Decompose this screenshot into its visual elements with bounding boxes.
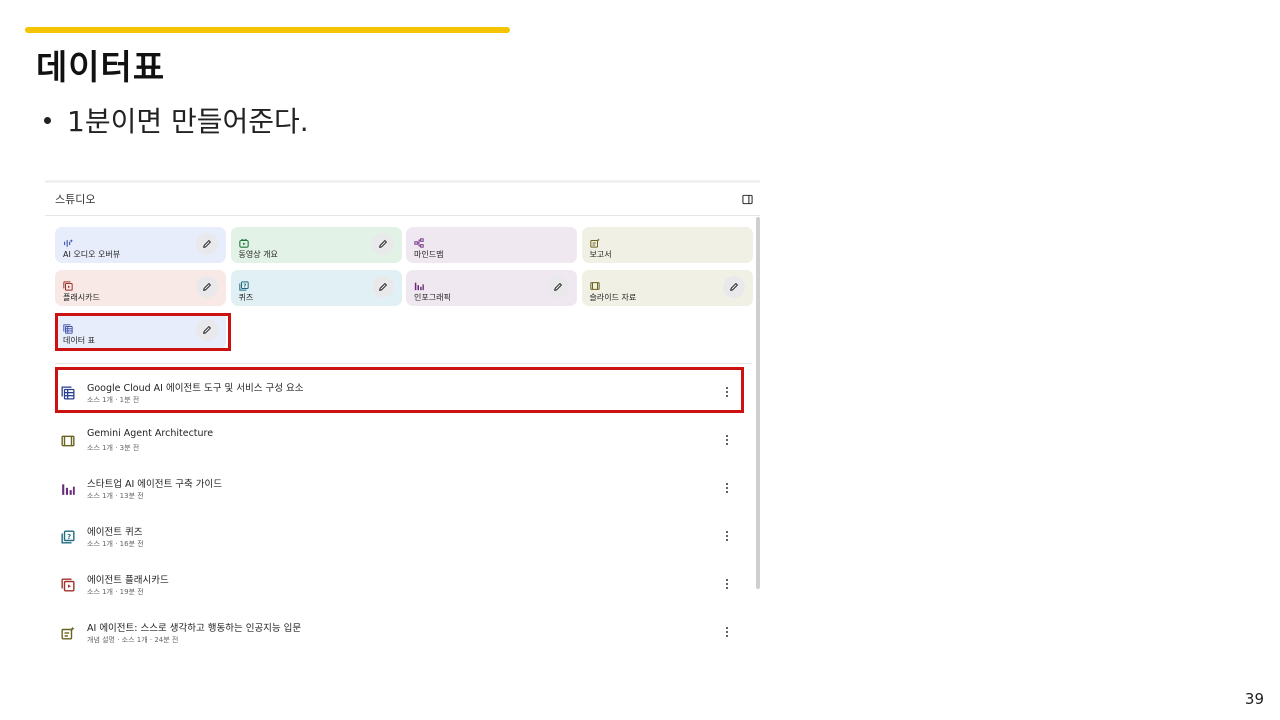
flashcard-icon <box>61 577 75 592</box>
video-icon <box>238 233 249 248</box>
page-number: 39 <box>1244 690 1264 708</box>
bullet-text: 1분이면 만들어준다. <box>67 105 309 138</box>
studio-tile[interactable]: 인포그래픽 <box>406 270 577 306</box>
edit-pencil-icon[interactable] <box>722 276 745 298</box>
edit-pencil-icon[interactable] <box>371 276 394 298</box>
bullet-dot <box>44 116 51 124</box>
studio-tile[interactable]: 플래시카드 <box>55 270 226 306</box>
more-options-icon[interactable] <box>722 577 732 591</box>
studio-tile-label: 보고서 <box>589 250 612 259</box>
audio-waveform-icon <box>63 233 73 247</box>
svg-text:?: ? <box>243 283 246 289</box>
edit-pencil-icon[interactable] <box>371 233 394 255</box>
more-options-icon[interactable] <box>722 481 732 495</box>
infographic-icon <box>61 481 75 495</box>
output-title: AI 에이전트: 스스로 생각하고 행동하는 인공지능 입문 <box>87 623 302 634</box>
scrollbar[interactable] <box>756 217 760 589</box>
svg-text:?: ? <box>67 533 71 541</box>
output-subtitle: 소스 1개 · 16분 전 <box>87 540 144 548</box>
output-subtitle: 소스 1개 · 19분 전 <box>87 588 144 596</box>
studio-panel: 스튜디오 AI 오디오 오버뷰 동영상 개요 마인드맵 보고서 플래시카드? 퀴즈 인포그래… <box>45 180 760 653</box>
flashcard-icon <box>63 276 73 291</box>
studio-tile[interactable]: 마인드맵 <box>406 227 577 263</box>
studio-output-item[interactable]: Gemini Agent Architecture 소스 1개 · 3분 전 <box>55 421 740 461</box>
slide-title: 데이터표 <box>36 48 166 88</box>
highlight-first-output <box>55 367 744 413</box>
more-options-icon[interactable] <box>722 625 732 639</box>
studio-tile[interactable]: ? 퀴즈 <box>230 270 402 306</box>
highlight-data-table-tile <box>55 313 231 351</box>
edit-pencil-icon[interactable] <box>547 276 569 298</box>
studio-output-item[interactable]: 스타트업 AI 에이전트 구축 가이드소스 1개 · 13분 전 <box>55 469 740 509</box>
slides-icon <box>61 433 75 447</box>
studio-tile-label: 마인드맵 <box>414 250 444 259</box>
output-subtitle: 개념 설명 · 소스 1개 · 24분 전 <box>87 636 179 644</box>
studio-tile[interactable]: AI 오디오 오버뷰 <box>55 227 226 263</box>
output-title: 스타트업 AI 에이전트 구축 가이드 <box>87 479 222 490</box>
quiz-icon: ? <box>61 529 75 544</box>
section-divider <box>55 363 752 364</box>
studio-tile-label: 인포그래픽 <box>414 293 451 302</box>
studio-output-item[interactable]: ? 에이전트 퀴즈소스 1개 · 16분 전 <box>55 517 740 557</box>
quiz-icon: ? <box>238 276 249 291</box>
output-title: 에이전트 플래시카드 <box>87 575 169 586</box>
infographic-icon <box>414 276 424 291</box>
output-title: Gemini Agent Architecture <box>87 428 214 439</box>
output-subtitle: 소스 1개 · 3분 전 <box>87 444 140 452</box>
studio-tile[interactable]: 동영상 개요 <box>230 227 402 263</box>
studio-tile-label: AI 오디오 오버뷰 <box>63 250 121 259</box>
more-options-icon[interactable] <box>722 529 732 543</box>
output-title: 에이전트 퀴즈 <box>87 527 143 538</box>
edit-pencil-icon[interactable] <box>196 233 218 255</box>
more-options-icon[interactable] <box>722 433 732 447</box>
studio-output-item[interactable]: AI 에이전트: 스스로 생각하고 행동하는 인공지능 입문개념 설명 · 소스… <box>55 613 740 653</box>
studio-title: 스튜디오 <box>55 193 96 206</box>
studio-header: 스튜디오 <box>45 183 760 216</box>
studio-tile-label: 플래시카드 <box>63 293 100 302</box>
output-subtitle: 소스 1개 · 13분 전 <box>87 492 144 500</box>
slides-icon <box>589 276 600 290</box>
bullet-point: 1분이면 만들어준다. <box>44 100 309 140</box>
title-accent-bar <box>25 27 510 33</box>
studio-tile[interactable]: 슬라이드 자료 <box>581 270 753 306</box>
mindmap-icon <box>414 233 424 248</box>
studio-tile[interactable]: 보고서 <box>581 227 753 263</box>
report-icon <box>589 233 600 248</box>
studio-output-item[interactable]: 에이전트 플래시카드소스 1개 · 19분 전 <box>55 565 740 605</box>
studio-tile-label: 동영상 개요 <box>238 250 278 259</box>
panel-toggle-icon[interactable] <box>740 192 754 206</box>
edit-pencil-icon[interactable] <box>196 276 218 298</box>
report-icon <box>61 625 75 640</box>
studio-tile-label: 퀴즈 <box>238 293 254 302</box>
studio-tile-label: 슬라이드 자료 <box>589 293 637 302</box>
